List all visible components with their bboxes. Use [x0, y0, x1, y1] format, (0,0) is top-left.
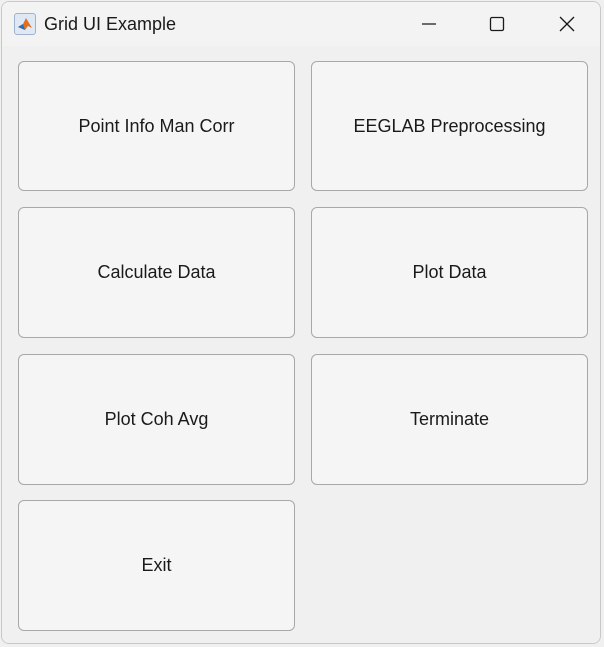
app-window: Grid UI Example Point Info Man Corr EEGL… — [1, 1, 601, 644]
terminate-button[interactable]: Terminate — [311, 354, 588, 485]
close-button[interactable] — [544, 2, 590, 46]
plot-data-button[interactable]: Plot Data — [311, 207, 588, 338]
grid-panel: Point Info Man Corr EEGLAB Preprocessing… — [2, 46, 600, 643]
minimize-icon — [422, 23, 436, 25]
close-icon — [559, 16, 575, 32]
minimize-button[interactable] — [406, 2, 452, 46]
window-title: Grid UI Example — [44, 14, 177, 34]
maximize-icon — [489, 16, 505, 32]
plot-coh-avg-button[interactable]: Plot Coh Avg — [18, 354, 295, 485]
maximize-button[interactable] — [474, 2, 520, 46]
point-info-man-corr-button[interactable]: Point Info Man Corr — [18, 61, 295, 191]
calculate-data-button[interactable]: Calculate Data — [18, 207, 295, 338]
eeglab-preprocessing-button[interactable]: EEGLAB Preprocessing — [311, 61, 588, 191]
exit-button[interactable]: Exit — [18, 500, 295, 631]
matlab-logo-icon — [14, 13, 36, 35]
title-bar[interactable]: Grid UI Example — [2, 2, 600, 46]
